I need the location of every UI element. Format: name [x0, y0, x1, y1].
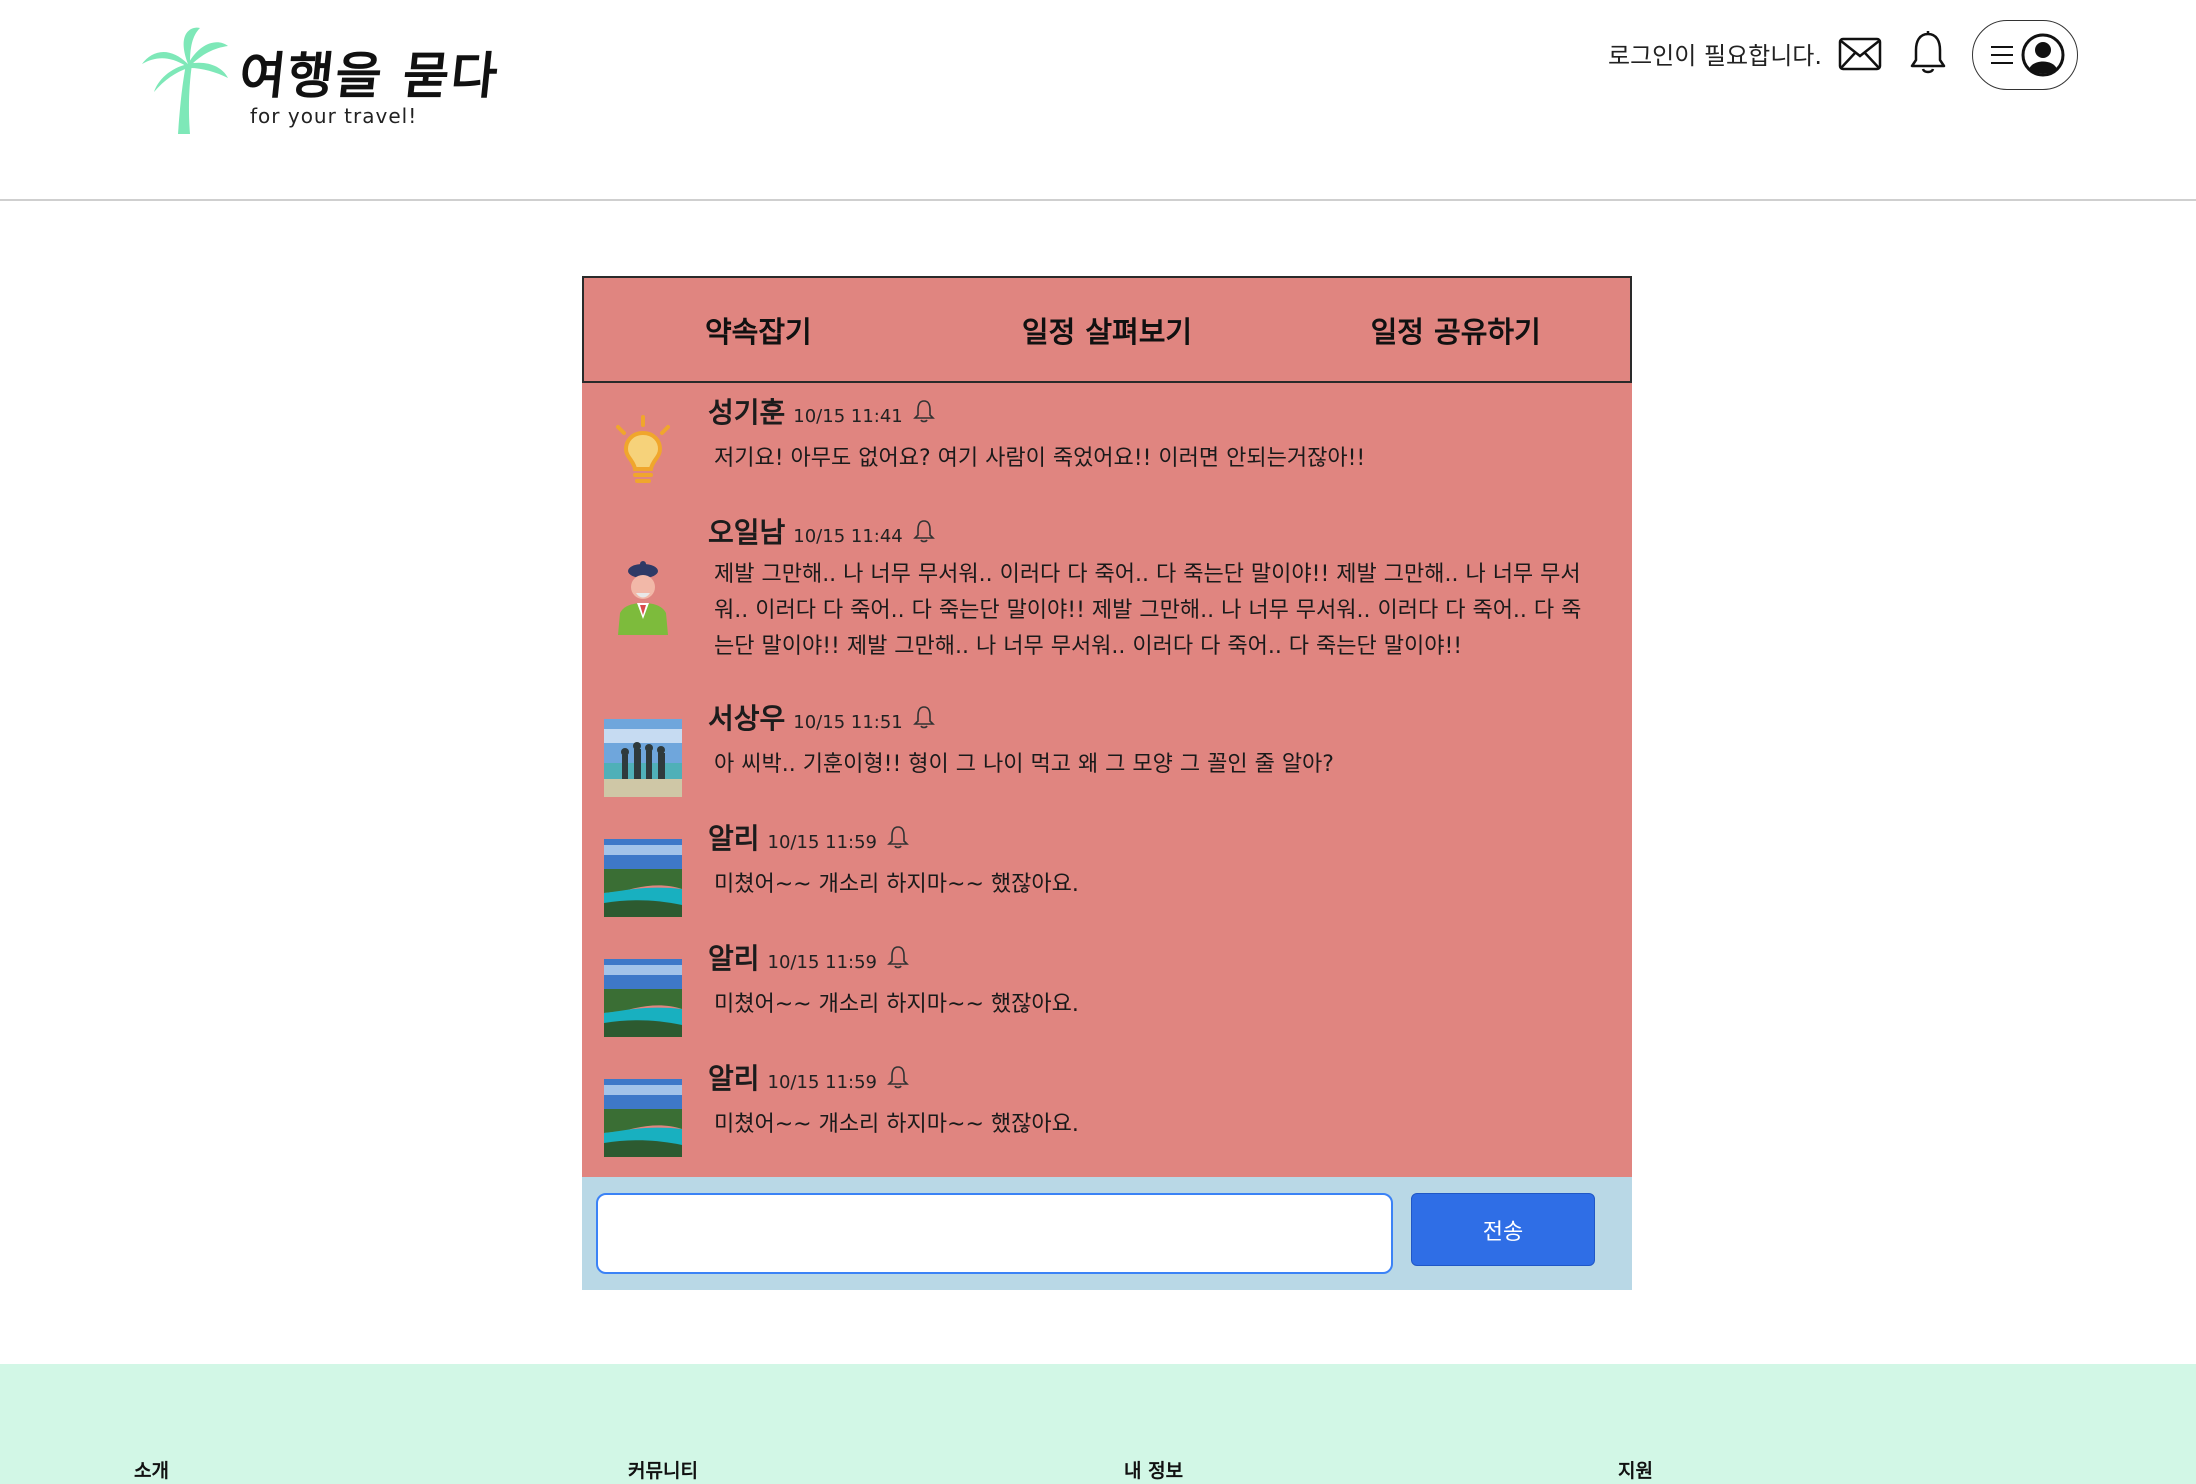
message-header: 알리 10/15 11:59: [708, 817, 909, 857]
alert-bell-icon[interactable]: [887, 945, 909, 969]
message-header: 오일남 10/15 11:44: [708, 511, 935, 551]
message-time: 10/15 11:44: [793, 526, 903, 547]
login-required-message: 로그인이 필요합니다.: [1608, 42, 1822, 70]
alert-bell-icon[interactable]: [912, 519, 935, 543]
tab-view-schedule[interactable]: 일정 살펴보기: [933, 278, 1282, 381]
sender-name: 알리: [708, 1062, 760, 1095]
message-time: 10/15 11:59: [767, 952, 877, 973]
site-footer: 소개 커뮤니티 내 정보 지원: [0, 1364, 2196, 1484]
lightbulb-avatar: [616, 415, 670, 483]
message-input-bar: 전송: [582, 1177, 1632, 1290]
sender-name: 알리: [708, 822, 760, 855]
site-logo[interactable]: 여행을 묻다 for your travel!: [140, 26, 502, 138]
message-item: 성기훈 10/15 11:41 저기요! 아무도 없어요? 여기 사람이 죽었어…: [582, 391, 1632, 501]
message-item: 서상우 10/15 11:51 아 씨박.. 기훈이형!! 형이 그 나이 먹고…: [582, 697, 1632, 807]
message-header: 알리 10/15 11:59: [708, 937, 909, 977]
profile-menu-button[interactable]: [1972, 20, 2078, 90]
alert-bell-icon[interactable]: [912, 705, 935, 729]
message-item: 알리 10/15 11:59 미쳤어~~ 개소리 하지마~~ 했잖아요.: [582, 937, 1632, 1047]
message-time: 10/15 11:59: [767, 1072, 877, 1093]
chat-panel: 약속잡기 일정 살펴보기 일정 공유하기 성기훈 10/15 11:41 저기요…: [582, 276, 1632, 1290]
alert-bell-icon[interactable]: [887, 1065, 909, 1089]
footer-link-about[interactable]: 소개: [134, 1456, 169, 1483]
palm-tree-icon: [142, 27, 228, 134]
message-text: 저기요! 아무도 없어요? 여기 사람이 죽었어요!! 이러면 안되는거잖아!!: [714, 446, 1366, 471]
message-item: 알리 10/15 11:59 미쳤어~~ 개소리 하지마~~ 했잖아요.: [582, 1057, 1632, 1167]
message-item: 오일남 10/15 11:44 제발 그만해.. 나 너무 무서워.. 이러다 …: [582, 511, 1632, 691]
message-header: 알리 10/15 11:59: [708, 1057, 909, 1097]
site-header: 여행을 묻다 for your travel! 로그인이 필요합니다.: [0, 0, 2196, 201]
mail-icon[interactable]: [1838, 36, 1882, 72]
sender-name: 서상우: [708, 702, 786, 735]
message-text: 미쳤어~~ 개소리 하지마~~ 했잖아요.: [714, 1112, 1079, 1137]
bell-icon[interactable]: [1908, 30, 1948, 76]
tab-share-schedule[interactable]: 일정 공유하기: [1281, 278, 1630, 381]
island-photo-avatar: [604, 959, 682, 1037]
logo-subtitle: for your travel!: [250, 104, 418, 128]
send-button[interactable]: 전송: [1411, 1193, 1595, 1266]
footer-link-community[interactable]: 커뮤니티: [628, 1456, 698, 1483]
alert-bell-icon[interactable]: [912, 399, 935, 423]
logo-title: 여행을 묻다: [236, 46, 503, 105]
island-photo-avatar: [604, 1079, 682, 1157]
footer-link-my-info[interactable]: 내 정보: [1124, 1456, 1183, 1483]
sender-name: 오일남: [708, 516, 786, 549]
message-input[interactable]: [596, 1193, 1393, 1274]
message-time: 10/15 11:51: [793, 712, 903, 733]
message-text: 미쳤어~~ 개소리 하지마~~ 했잖아요.: [714, 872, 1079, 897]
message-time: 10/15 11:59: [767, 832, 877, 853]
user-avatar-icon: [2021, 33, 2065, 77]
alert-bell-icon[interactable]: [887, 825, 909, 849]
message-time: 10/15 11:41: [793, 406, 903, 427]
sender-name: 성기훈: [708, 396, 786, 429]
message-text: 제발 그만해.. 나 너무 무서워.. 이러다 다 죽어.. 다 죽는단 말이야…: [714, 562, 1582, 659]
chat-tabs: 약속잡기 일정 살펴보기 일정 공유하기: [582, 276, 1632, 383]
beach-photo-avatar: [604, 719, 682, 797]
message-text: 미쳤어~~ 개소리 하지마~~ 했잖아요.: [714, 992, 1079, 1017]
sender-name: 알리: [708, 942, 760, 975]
tab-make-appointment[interactable]: 약속잡기: [584, 278, 933, 381]
message-header: 서상우 10/15 11:51: [708, 697, 935, 737]
message-header: 성기훈 10/15 11:41: [708, 391, 935, 431]
hamburger-menu-icon: [1991, 46, 2013, 64]
footer-link-support[interactable]: 지원: [1618, 1456, 1653, 1483]
person-avatar: [618, 561, 668, 635]
message-list[interactable]: 성기훈 10/15 11:41 저기요! 아무도 없어요? 여기 사람이 죽었어…: [582, 383, 1632, 1177]
message-text: 아 씨박.. 기훈이형!! 형이 그 나이 먹고 왜 그 모양 그 꼴인 줄 알…: [714, 752, 1334, 777]
island-photo-avatar: [604, 839, 682, 917]
message-item: 알리 10/15 11:59 미쳤어~~ 개소리 하지마~~ 했잖아요.: [582, 817, 1632, 927]
